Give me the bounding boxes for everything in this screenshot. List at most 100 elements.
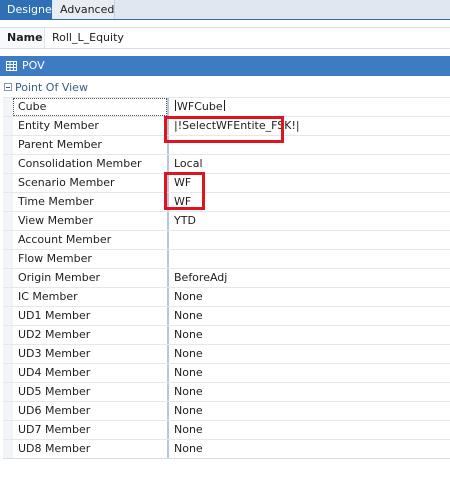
column-divider[interactable] — [167, 288, 169, 306]
property-row-scenario-member[interactable]: Scenario Member WF — [3, 174, 450, 193]
group-label: Point Of View — [15, 81, 88, 94]
row-gutter — [3, 383, 13, 401]
property-label: Scenario Member — [18, 176, 115, 189]
column-divider[interactable] — [167, 421, 169, 439]
column-divider[interactable] — [167, 307, 169, 325]
row-gutter — [3, 98, 13, 116]
row-gutter — [3, 421, 13, 439]
property-row-ic-member[interactable]: IC Member None — [3, 288, 450, 307]
column-divider[interactable] — [167, 440, 169, 458]
row-gutter — [3, 364, 13, 382]
property-row-ud3-member[interactable]: UD3 Member None — [3, 345, 450, 364]
property-row-ud5-member[interactable]: UD5 Member None — [3, 383, 450, 402]
property-value[interactable]: None — [174, 442, 203, 455]
tab-designer[interactable]: Designer — [0, 0, 56, 19]
property-value: WFCube — [177, 100, 223, 113]
property-row-time-member[interactable]: Time Member WF — [3, 193, 450, 212]
row-gutter — [3, 174, 13, 192]
property-row-cube[interactable]: Cube WFCube — [3, 98, 450, 117]
column-divider[interactable] — [167, 269, 169, 287]
row-gutter — [3, 212, 13, 230]
property-row-account-member[interactable]: Account Member — [3, 231, 450, 250]
property-label: UD6 Member — [18, 404, 91, 417]
property-value[interactable]: None — [174, 290, 203, 303]
row-gutter — [3, 231, 13, 249]
column-divider[interactable] — [167, 383, 169, 401]
column-divider[interactable] — [167, 364, 169, 382]
property-row-ud7-member[interactable]: UD7 Member None — [3, 421, 450, 440]
column-divider[interactable] — [167, 155, 169, 173]
column-divider[interactable] — [167, 212, 169, 230]
row-gutter — [3, 250, 13, 268]
tab-advanced[interactable]: Advanced — [53, 0, 115, 19]
property-label: Time Member — [18, 195, 94, 208]
property-value[interactable]: None — [174, 423, 203, 436]
property-label: View Member — [18, 214, 93, 227]
property-row-ud4-member[interactable]: UD4 Member None — [3, 364, 450, 383]
property-value[interactable]: BeforeAdj — [174, 271, 227, 284]
property-row-ud1-member[interactable]: UD1 Member None — [3, 307, 450, 326]
property-label: Origin Member — [18, 271, 100, 284]
property-label: UD8 Member — [18, 442, 91, 455]
name-row: Name Roll_L_Equity — [0, 27, 450, 49]
row-gutter — [3, 440, 13, 458]
property-value[interactable]: None — [174, 309, 203, 322]
grid-icon — [6, 61, 17, 71]
column-divider[interactable] — [167, 345, 169, 363]
property-label: Parent Member — [18, 138, 102, 151]
tab-bar: Designer Advanced — [0, 0, 450, 20]
name-field[interactable]: Roll_L_Equity — [44, 28, 450, 48]
property-row-origin-member[interactable]: Origin Member BeforeAdj — [3, 269, 450, 288]
row-gutter — [3, 117, 13, 135]
property-value[interactable]: None — [174, 347, 203, 360]
row-gutter — [3, 326, 13, 344]
highlight-box-entity — [164, 116, 284, 143]
property-row-view-member[interactable]: View Member YTD — [3, 212, 450, 231]
property-label: UD4 Member — [18, 366, 91, 379]
pov-section-header[interactable]: POV — [0, 56, 450, 76]
property-label: IC Member — [18, 290, 78, 303]
row-gutter — [3, 193, 13, 211]
property-label: Cube — [18, 100, 47, 113]
property-row-consolidation-member[interactable]: Consolidation Member Local — [3, 155, 450, 174]
column-divider[interactable] — [167, 231, 169, 249]
row-gutter — [3, 307, 13, 325]
row-gutter — [3, 288, 13, 306]
property-label: UD3 Member — [18, 347, 91, 360]
highlight-box-scenario-time — [164, 172, 205, 210]
property-label: UD1 Member — [18, 309, 91, 322]
text-caret — [223, 100, 225, 111]
text-caret — [175, 100, 176, 111]
row-gutter — [3, 269, 13, 287]
grid-bottom-border — [3, 458, 450, 459]
property-row-ud8-member[interactable]: UD8 Member None — [3, 440, 450, 459]
property-value[interactable]: None — [174, 328, 203, 341]
row-gutter — [3, 402, 13, 420]
property-row-flow-member[interactable]: Flow Member — [3, 250, 450, 269]
row-gutter — [3, 155, 13, 173]
property-label: Flow Member — [18, 252, 92, 265]
property-label: Account Member — [18, 233, 112, 246]
property-label: Consolidation Member — [18, 157, 142, 170]
property-value[interactable]: Local — [174, 157, 203, 170]
property-value[interactable]: YTD — [174, 214, 196, 227]
row-gutter — [3, 136, 13, 154]
property-row-ud2-member[interactable]: UD2 Member None — [3, 326, 450, 345]
collapse-icon[interactable] — [4, 83, 12, 91]
row-gutter — [3, 345, 13, 363]
name-label: Name — [7, 31, 43, 44]
property-label: UD7 Member — [18, 423, 91, 436]
column-divider[interactable] — [167, 402, 169, 420]
column-divider[interactable] — [167, 98, 169, 116]
column-divider[interactable] — [167, 250, 169, 268]
property-value-input[interactable]: WFCube — [174, 100, 226, 113]
property-label: Entity Member — [18, 119, 99, 132]
property-value[interactable]: None — [174, 385, 203, 398]
column-divider[interactable] — [167, 326, 169, 344]
property-row-ud6-member[interactable]: UD6 Member None — [3, 402, 450, 421]
property-value[interactable]: None — [174, 366, 203, 379]
group-point-of-view[interactable]: Point Of View — [3, 79, 450, 98]
property-value[interactable]: None — [174, 404, 203, 417]
pov-title: POV — [22, 59, 45, 72]
tab-underline — [0, 19, 450, 20]
